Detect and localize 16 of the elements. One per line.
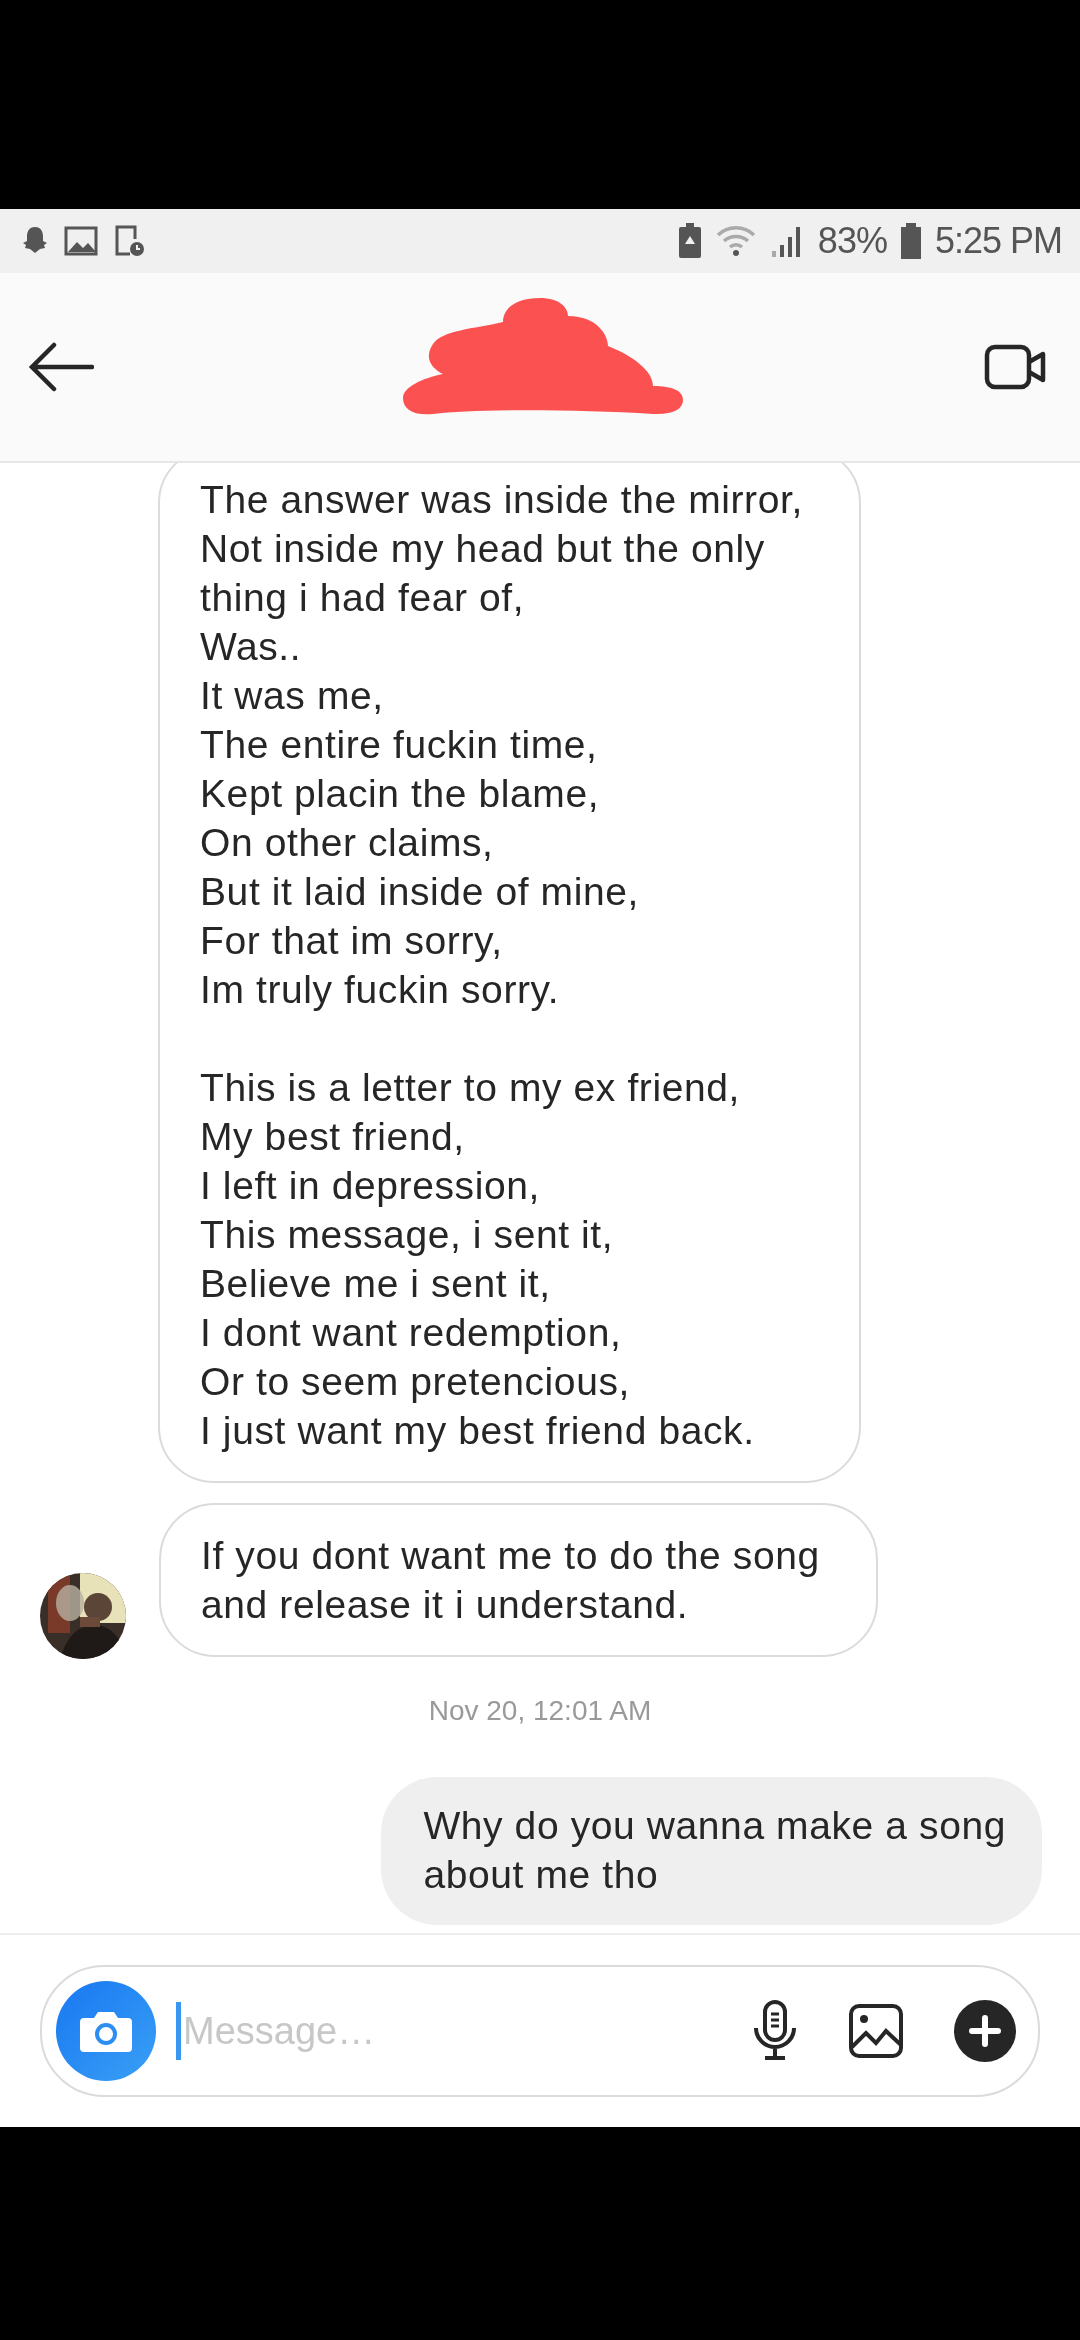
clock-time: 5:25 PM — [934, 220, 1062, 262]
add-icon[interactable] — [954, 2000, 1016, 2062]
message-field[interactable]: Message… — [176, 2002, 732, 2060]
image-icon — [64, 226, 98, 256]
gallery-icon[interactable] — [848, 2003, 904, 2059]
battery-saver-icon — [677, 223, 702, 259]
battery-icon — [900, 223, 921, 259]
message-timestamp: Nov 20, 12:01 AM — [427, 1695, 653, 1727]
wifi-icon — [715, 225, 756, 257]
received-message: The answer was inside the mirror, Not inside my head but the only thing i had fear of, Was.. It was me, The entire fuckin time, Kept placin the blame, On other claims, But it laid inside of mine, For that im sorry, Im truly fuckin sorry. This is a letter to my ex friend, My best friend, I left in depression, This message, i sent it, Believe me i sent it, I dont want redemption, Or to seem pretencious, I just want my best friend back. — [158, 463, 861, 1483]
back-arrow-icon[interactable] — [28, 342, 94, 392]
battery-percentage: 83% — [817, 220, 887, 262]
received-message: If you dont want me to do the song and release it i understand. — [159, 1503, 878, 1657]
sent-message: Why do you wanna make a song about me tho — [381, 1777, 1042, 1925]
camera-button[interactable] — [56, 1981, 156, 2081]
microphone-icon[interactable] — [752, 2000, 798, 2062]
